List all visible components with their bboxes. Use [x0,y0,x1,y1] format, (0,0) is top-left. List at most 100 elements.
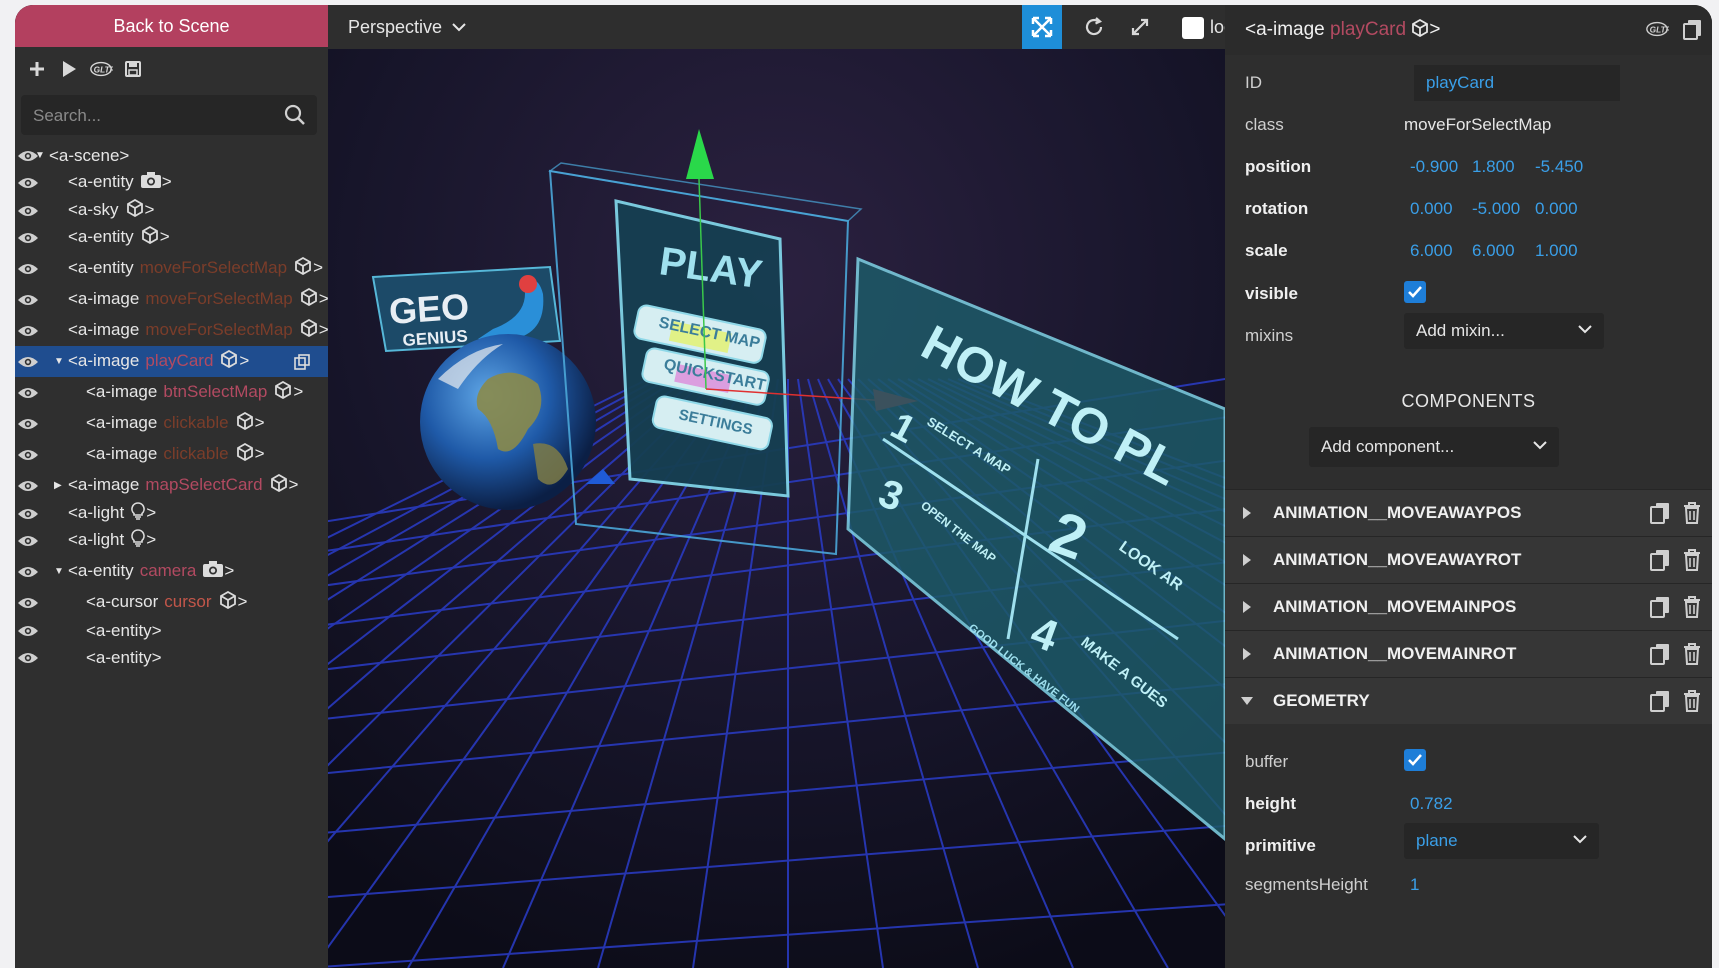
back-to-scene-button[interactable]: Back to Scene [15,5,328,47]
element-tag: <a-image [86,381,158,401]
component-header[interactable]: ANIMATION__MOVEAWAYPOS [1225,489,1712,536]
local-checkbox[interactable] [1182,17,1204,39]
element-attr: moveForSelectMap [145,288,293,308]
copy-icon[interactable] [1649,595,1671,619]
component-header[interactable]: GEOMETRY [1225,677,1712,724]
component-name: ANIMATION__MOVEMAINPOS [1273,597,1517,616]
tree-row-label: <a-scene> [49,146,129,166]
search-icon[interactable] [283,103,307,127]
eye-icon[interactable] [17,448,39,462]
position-y-input[interactable]: 1.800 [1472,157,1515,177]
gltf-export-icon[interactable]: GLTF [1645,17,1669,41]
eye-icon[interactable] [17,231,39,245]
component-header[interactable]: ANIMATION__MOVEAWAYROT [1225,536,1712,583]
caret-down-icon[interactable]: ▼ [35,150,45,161]
eye-icon[interactable] [17,324,39,338]
tree-row[interactable]: <a-entity> [15,222,328,253]
caret-down-icon[interactable]: ▼ [54,566,64,577]
component-header[interactable]: ANIMATION__MOVEMAINROT [1225,630,1712,677]
trash-icon[interactable] [1681,548,1703,572]
eye-icon[interactable] [17,507,39,521]
primitive-select[interactable]: plane [1404,823,1599,859]
add-component-value: Add component... [1321,437,1455,456]
cube-icon [219,349,239,373]
caret-right-icon[interactable]: ▶ [54,480,62,491]
tree-row[interactable]: <a-image clickable > [15,439,328,470]
tree-row[interactable]: <a-image btnSelectMap > [15,377,328,408]
element-tag: <a-image [86,443,158,463]
height-input[interactable]: 0.782 [1410,794,1453,814]
eye-icon[interactable] [17,565,39,579]
tree-row[interactable]: ▶ <a-image mapSelectCard > [15,470,328,501]
copy-icon[interactable] [1649,548,1671,572]
copy-icon[interactable] [1649,689,1671,713]
search-input[interactable] [31,101,275,131]
gltf-export-icon[interactable]: GLTF [89,57,113,81]
caret-down-icon[interactable]: ▼ [54,356,64,367]
scene-viewport[interactable]: Perspective local [328,5,1225,968]
position-z-input[interactable]: -5.450 [1535,157,1583,177]
translate-tool-button[interactable] [1022,5,1062,49]
tree-row[interactable]: ▼ <a-image playCard > [15,346,328,377]
tree-row[interactable]: <a-image moveForSelectMap > [15,315,328,346]
scale-tool-button[interactable] [1120,5,1160,49]
rotation-z-input[interactable]: 0.000 [1535,199,1578,219]
tree-row[interactable]: <a-entity moveForSelectMap > [15,253,328,284]
add-entity-icon[interactable] [25,57,49,81]
visible-checkbox[interactable] [1404,281,1426,303]
tree-row[interactable]: ▼ <a-entity camera > [15,556,328,587]
eye-icon[interactable] [17,386,39,400]
bulb-icon [130,502,146,525]
segments-height-input[interactable]: 1 [1410,875,1419,895]
tree-row[interactable]: <a-light > [15,525,328,556]
rotation-x-input[interactable]: 0.000 [1410,199,1453,219]
eye-icon[interactable] [17,651,39,665]
tree-row[interactable]: <a-image clickable > [15,408,328,439]
eye-icon[interactable] [17,479,39,493]
element-attr: btnSelectMap [163,381,268,401]
save-icon[interactable] [121,57,145,81]
eye-icon[interactable] [17,534,39,548]
rotate-icon [1085,17,1103,36]
tree-row-label: <a-image btnSelectMap > [86,380,303,404]
copy-icon[interactable] [1649,501,1671,525]
tree-row-label: <a-image moveForSelectMap > [68,287,328,311]
position-x-input[interactable]: -0.900 [1410,157,1458,177]
tree-row[interactable]: <a-entity> [15,167,328,198]
trash-icon[interactable] [1681,642,1703,666]
tree-row[interactable]: <a-entity> [15,642,328,673]
scale-y-input[interactable]: 6.000 [1472,241,1515,261]
trash-icon[interactable] [1681,689,1703,713]
eye-icon[interactable] [17,204,39,218]
class-value[interactable]: moveForSelectMap [1404,115,1551,135]
eye-icon[interactable] [17,596,39,610]
rotation-y-input[interactable]: -5.000 [1472,199,1520,219]
clone-icon[interactable] [294,353,310,370]
trash-icon[interactable] [1681,595,1703,619]
component-header[interactable]: ANIMATION__MOVEMAINPOS [1225,583,1712,630]
rotate-tool-button[interactable] [1074,5,1114,49]
cube-icon [299,318,319,342]
eye-icon[interactable] [17,624,39,638]
tree-row[interactable]: <a-image moveForSelectMap > [15,284,328,315]
camera-select[interactable]: Perspective [348,13,466,41]
components-heading: COMPONENTS [1401,391,1536,411]
eye-icon[interactable] [17,355,39,369]
id-input[interactable] [1414,65,1620,101]
scale-z-input[interactable]: 1.000 [1535,241,1578,261]
entity-tag-end: > [1429,19,1441,40]
add-component-select[interactable]: Add component... [1309,427,1559,467]
copy-icon[interactable] [1649,642,1671,666]
scale-x-input[interactable]: 6.000 [1410,241,1453,261]
play-icon[interactable] [57,57,81,81]
eye-icon[interactable] [17,262,39,276]
eye-icon[interactable] [17,417,39,431]
mixins-select[interactable]: Add mixin... [1404,313,1604,349]
buffer-checkbox[interactable] [1404,749,1426,771]
tree-row[interactable]: <a-cursor cursor > [15,587,328,618]
copy-html-icon[interactable] [1681,17,1705,41]
eye-icon[interactable] [17,293,39,307]
trash-icon[interactable] [1681,501,1703,525]
entity-tag: <a-image [1245,19,1325,40]
eye-icon[interactable] [17,176,39,190]
